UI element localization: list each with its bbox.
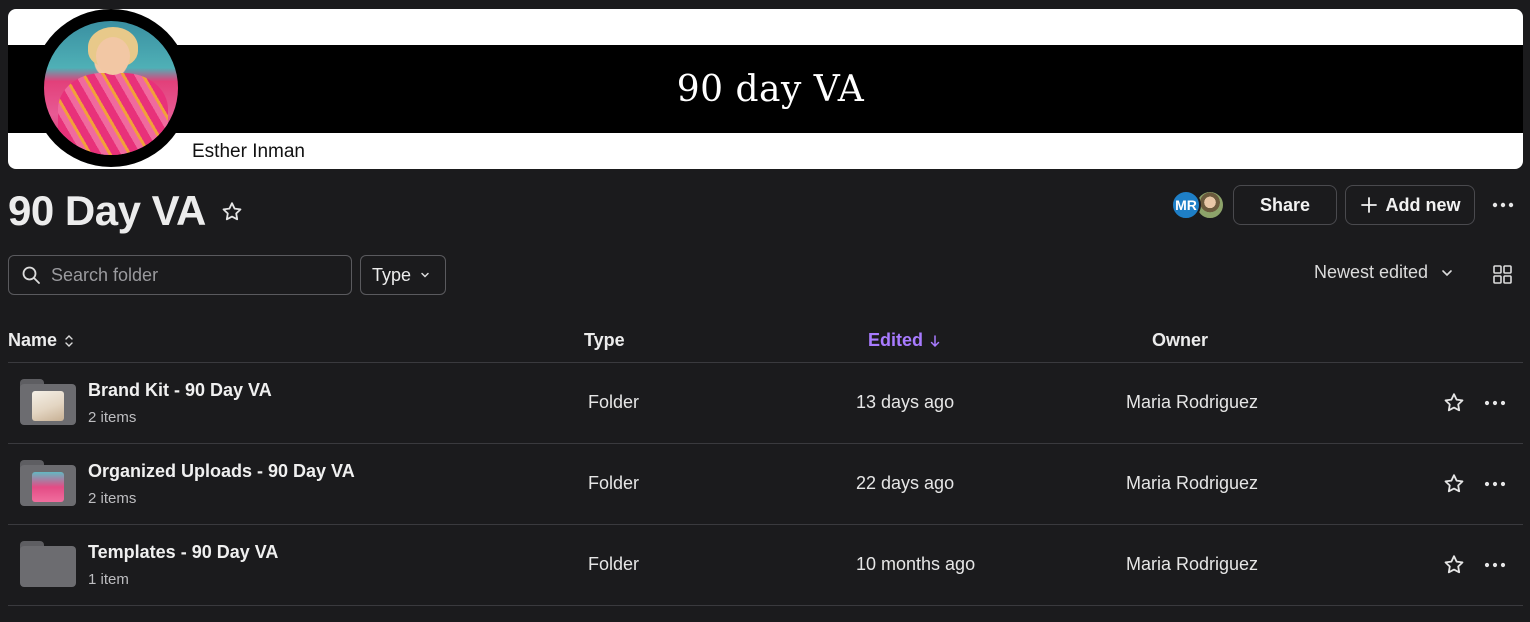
sort-label: Newest edited bbox=[1314, 262, 1429, 282]
column-type-label: Type bbox=[584, 330, 625, 350]
divider bbox=[8, 605, 1523, 606]
folder-icon bbox=[20, 379, 76, 425]
profile-avatar bbox=[32, 9, 190, 167]
folder-name[interactable]: Templates - 90 Day VA bbox=[88, 542, 278, 563]
banner-name: Esther Inman bbox=[192, 141, 305, 162]
more-icon[interactable] bbox=[1482, 553, 1508, 577]
column-header-edited[interactable]: Edited bbox=[868, 330, 941, 351]
type-filter-dropdown[interactable]: Type bbox=[360, 255, 446, 295]
more-icon[interactable] bbox=[1482, 391, 1508, 415]
folder-edited: 10 months ago bbox=[856, 554, 976, 574]
star-icon[interactable] bbox=[1442, 472, 1466, 496]
folder-icon bbox=[20, 460, 76, 506]
folder-type: Folder bbox=[588, 392, 640, 412]
search-icon bbox=[21, 265, 41, 285]
folder-owner: Maria Rodriguez bbox=[1126, 392, 1259, 412]
banner-band: 90 day VA bbox=[8, 45, 1523, 133]
folder-name[interactable]: Organized Uploads - 90 Day VA bbox=[88, 461, 355, 482]
arrow-down-icon bbox=[929, 334, 941, 348]
sort-updown-icon bbox=[63, 333, 75, 349]
folder-owner: Maria Rodriguez bbox=[1126, 554, 1259, 574]
folder-item-count: 2 items bbox=[88, 490, 137, 507]
page-title: 90 Day VA bbox=[8, 187, 206, 234]
share-button[interactable]: Share bbox=[1233, 185, 1337, 225]
share-button-label: Share bbox=[1259, 194, 1311, 215]
folder-type: Folder bbox=[588, 473, 640, 493]
folder-edited: 13 days ago bbox=[856, 392, 955, 412]
collaborator-avatar[interactable]: MR bbox=[1171, 190, 1201, 220]
star-icon[interactable] bbox=[1442, 553, 1466, 577]
folder-owner: Maria Rodriguez bbox=[1126, 473, 1259, 493]
column-header-owner[interactable]: Owner bbox=[1152, 330, 1208, 351]
search-field[interactable] bbox=[8, 255, 352, 295]
column-owner-label: Owner bbox=[1152, 330, 1209, 350]
type-filter-label: Type bbox=[372, 264, 412, 285]
star-icon[interactable] bbox=[1442, 391, 1466, 415]
chevron-down-icon bbox=[419, 269, 431, 281]
column-header-type[interactable]: Type bbox=[584, 330, 625, 351]
folder-banner: 90 day VA Esther Inman bbox=[8, 9, 1523, 169]
folder-type: Folder bbox=[588, 554, 640, 574]
chevron-down-icon bbox=[1440, 266, 1454, 280]
plus-icon bbox=[1360, 196, 1378, 214]
table-row[interactable]: Brand Kit - 90 Day VA 2 items Folder 13 … bbox=[8, 363, 1523, 443]
folder-icon bbox=[20, 541, 76, 587]
banner-title: 90 day VA bbox=[676, 68, 865, 110]
more-icon[interactable] bbox=[1489, 193, 1517, 217]
search-input[interactable] bbox=[51, 264, 331, 286]
folder-name[interactable]: Brand Kit - 90 Day VA bbox=[88, 380, 272, 401]
column-name-label: Name bbox=[8, 330, 58, 350]
add-new-button-label: Add new bbox=[1385, 194, 1461, 215]
table-row[interactable]: Templates - 90 Day VA 1 item Folder 10 m… bbox=[8, 525, 1523, 605]
add-new-button[interactable]: Add new bbox=[1345, 185, 1475, 225]
star-icon[interactable] bbox=[220, 200, 244, 224]
table-row[interactable]: Organized Uploads - 90 Day VA 2 items Fo… bbox=[8, 444, 1523, 524]
more-icon[interactable] bbox=[1482, 472, 1508, 496]
sort-dropdown[interactable]: Newest edited bbox=[1314, 262, 1454, 283]
column-header-name[interactable]: Name bbox=[8, 330, 75, 351]
profile-photo bbox=[44, 21, 178, 155]
folder-edited: 22 days ago bbox=[856, 473, 955, 493]
folder-item-count: 2 items bbox=[88, 409, 137, 426]
folder-item-count: 1 item bbox=[88, 571, 129, 588]
column-edited-label: Edited bbox=[868, 330, 924, 350]
grid-view-icon[interactable] bbox=[1493, 265, 1512, 284]
folder-thumbnail bbox=[32, 472, 64, 502]
folder-thumbnail bbox=[32, 391, 64, 421]
